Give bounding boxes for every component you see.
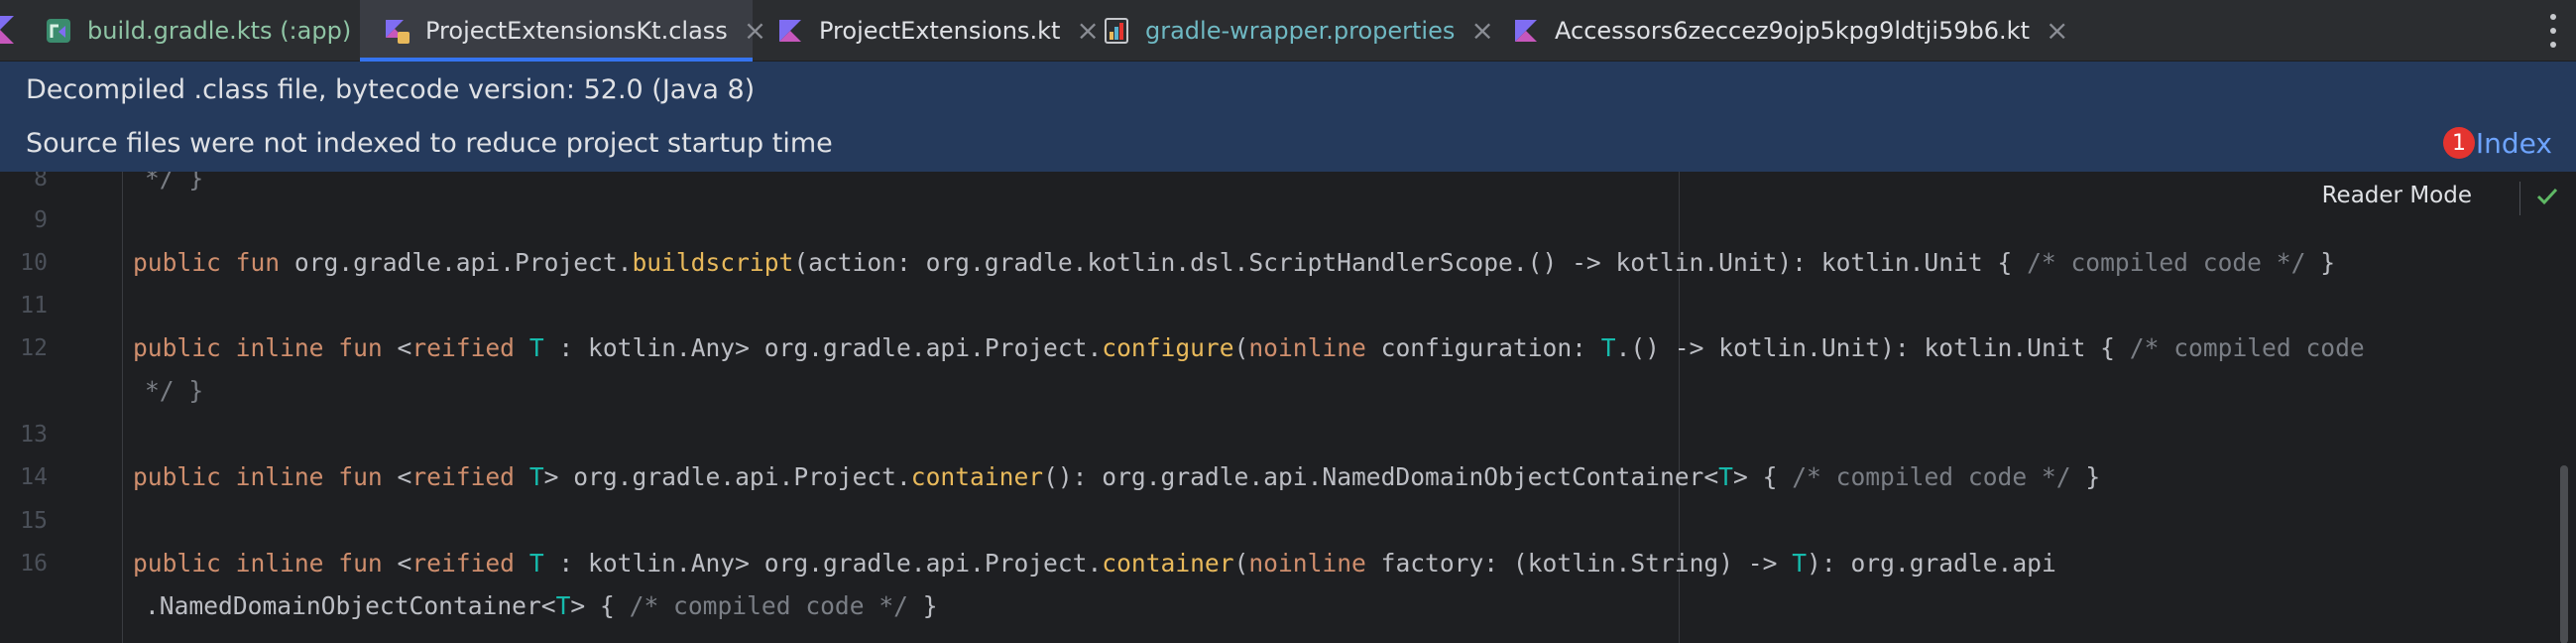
tab-label: build.gradle.kts (:app) [87, 17, 352, 45]
rest: ): org.gradle.api [1807, 549, 2056, 578]
line-number: 8 [34, 172, 48, 192]
decompiled-banner: Decompiled .class file, bytecode version… [0, 62, 2576, 119]
index-banner: Source files were not indexed to reduce … [0, 114, 2576, 172]
brace: } [2305, 248, 2336, 277]
close-icon[interactable]: × [2046, 17, 2068, 45]
tab-projectextensions-kt[interactable]: ProjectExtensions.kt × [754, 0, 1100, 62]
tab-build-gradle-kts[interactable]: build.gradle.kts (:app) × [22, 0, 391, 62]
keyword: reified [411, 462, 529, 491]
keyword: noinline [1248, 549, 1366, 578]
keyword: public inline fun [133, 333, 398, 362]
comment: /* compiled code */ [629, 591, 908, 620]
check-icon[interactable] [2534, 184, 2560, 209]
reader-mode-button[interactable]: Reader Mode [2322, 183, 2472, 208]
params: factory: (kotlin.String) -> [1365, 549, 1793, 578]
type-param: T [528, 549, 544, 578]
tab-label: ProjectExtensionsKt.class [425, 17, 728, 45]
keyword: reified [411, 549, 529, 578]
toolbar-divider [2519, 182, 2520, 215]
tab-label: Accessors6zeccez9ojp5kpg9ldtji59b6.kt [1555, 17, 2030, 45]
type-param: T [1792, 549, 1808, 578]
line-number: 9 [34, 207, 48, 233]
notification-badge: 1 [2443, 127, 2475, 159]
comment: /* compiled code */ [2027, 248, 2306, 277]
code-line-16: public inline fun <reified T : kotlin.An… [133, 549, 2056, 578]
params: configuration: [1365, 333, 1601, 362]
index-banner-text: Source files were not indexed to reduce … [26, 127, 833, 159]
rest: > { [570, 591, 630, 620]
params: (): org.gradle.api.NamedDomainObjectCont… [1043, 462, 1719, 491]
brace: } [2070, 462, 2101, 491]
function-name: buildscript [632, 248, 794, 277]
bracket: < [397, 462, 412, 491]
gutter-divider [122, 172, 123, 643]
properties-file-icon [1102, 16, 1131, 46]
type-param: T [555, 591, 571, 620]
keyword: public fun [133, 248, 294, 277]
tab-label: gradle-wrapper.properties [1145, 17, 1456, 45]
function-name: container [1102, 549, 1234, 578]
code-line-8: */ } [145, 172, 204, 193]
kotlin-file-icon [0, 16, 14, 44]
paren: ( [1233, 333, 1249, 362]
line-number: 14 [20, 464, 48, 490]
type-name: .NamedDomainObjectContainer< [145, 591, 556, 620]
rest: > { [1732, 462, 1793, 491]
tab-gradle-wrapper-properties[interactable]: gradle-wrapper.properties × [1092, 0, 1494, 62]
line-number: 11 [20, 293, 48, 319]
tab-label: ProjectExtensions.kt [819, 17, 1061, 45]
paren: ( [1233, 549, 1249, 578]
code-editor[interactable]: 8 9 10 11 12 13 14 15 16 */ } public fun… [0, 172, 2576, 643]
type-param: T [528, 333, 544, 362]
keyword: reified [411, 333, 529, 362]
line-number: 10 [20, 250, 48, 276]
brace: } [907, 591, 938, 620]
comment: /* compiled code */ [1792, 462, 2071, 491]
keyword: public inline fun [133, 462, 398, 491]
function-name: configure [1102, 333, 1234, 362]
params: (action: org.gradle.kotlin.dsl.ScriptHan… [793, 248, 2028, 277]
more-options-icon[interactable] [2548, 14, 2558, 48]
type-param: T [1718, 462, 1733, 491]
kotlin-class-file-icon [382, 16, 411, 46]
line-number: 15 [20, 508, 48, 534]
keyword: noinline [1248, 333, 1366, 362]
code-line-10: public fun org.gradle.api.Project.builds… [133, 248, 2335, 277]
tab-projectextensionskt-class[interactable]: ProjectExtensionsKt.class × [360, 0, 766, 62]
code-line-12: public inline fun <reified T : kotlin.An… [133, 333, 2365, 362]
keyword: public inline fun [133, 549, 398, 578]
bound: : kotlin.Any> org.gradle.api.Project. [543, 549, 1103, 578]
type-param: T [528, 462, 544, 491]
gradle-kotlin-file-icon [44, 16, 73, 46]
bound: > org.gradle.api.Project. [543, 462, 911, 491]
tab-accessors-kt[interactable]: Accessors6zeccez9ojp5kpg9ldtji59b6.kt × [1489, 0, 2068, 62]
comment: /* compiled code [2129, 333, 2365, 362]
bound: : kotlin.Any> org.gradle.api.Project. [543, 333, 1103, 362]
receiver: org.gradle.api.Project. [293, 248, 633, 277]
line-number: 16 [20, 551, 48, 577]
index-link[interactable]: Index [2476, 114, 2552, 172]
editor-tab-bar: build.gradle.kts (:app) × ProjectExtensi… [0, 0, 2576, 62]
line-number: 13 [20, 422, 48, 448]
code-line-14: public inline fun <reified T> org.gradle… [133, 462, 2100, 491]
bracket: < [397, 549, 412, 578]
code-line-16-wrap: .NamedDomainObjectContainer<T> { /* comp… [145, 591, 938, 620]
function-name: container [910, 462, 1044, 491]
rest: .() -> kotlin.Unit): kotlin.Unit { [1615, 333, 2130, 362]
vertical-scrollbar[interactable] [2560, 465, 2568, 643]
type-param: T [1600, 333, 1616, 362]
line-number: 12 [20, 335, 48, 361]
kotlin-file-icon [1511, 16, 1541, 46]
bracket: < [397, 333, 412, 362]
kotlin-file-icon [775, 16, 805, 46]
decompiled-banner-text: Decompiled .class file, bytecode version… [26, 74, 756, 105]
code-line-12-wrap: */ } [145, 376, 204, 405]
